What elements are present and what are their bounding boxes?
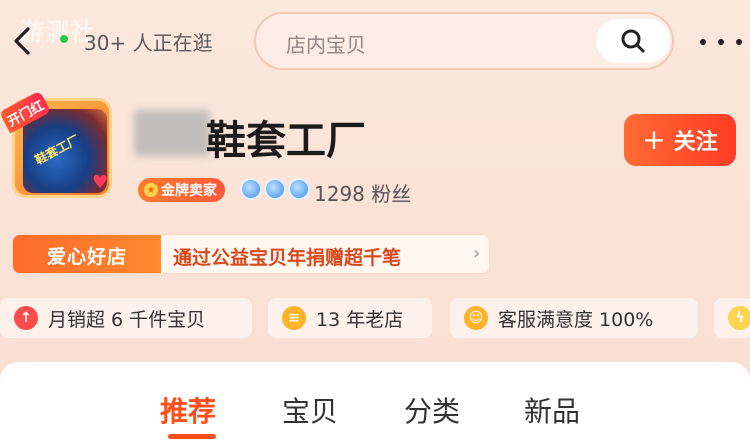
online-indicator — [60, 35, 68, 43]
fans-count: 1298 粉丝 — [314, 182, 412, 206]
tab-panel — [0, 362, 750, 447]
crown-icon — [264, 178, 286, 200]
stat-label: 客服满意度 100% — [498, 308, 654, 331]
shop-name: 鞋套工厂 — [206, 118, 366, 164]
chevron-right-icon: › — [473, 243, 481, 264]
more-menu-button[interactable] — [700, 28, 742, 56]
crown-icon — [288, 178, 310, 200]
stat-chip-years[interactable]: ≡ 13 年老店 — [268, 298, 432, 338]
search-icon — [621, 29, 645, 53]
stat-label: 月销超 6 千件宝贝 — [48, 308, 206, 331]
stat-chip-satisfaction[interactable]: ☺ 客服满意度 100% — [450, 298, 698, 338]
dot-icon — [736, 39, 742, 45]
tab-items[interactable]: 宝贝 — [282, 390, 338, 430]
tab-categories[interactable]: 分类 — [404, 390, 460, 430]
search-button[interactable] — [596, 19, 670, 63]
tab-new[interactable]: 新品 — [524, 390, 580, 430]
online-visitors-text: 30+ 人正在逛 — [84, 31, 213, 55]
charity-banner[interactable]: 爱心好店 通过公益宝贝年捐赠超千笔 › — [12, 234, 490, 274]
active-tab-indicator — [168, 434, 216, 439]
stat-chip-sales[interactable]: ↑ 月销超 6 千件宝贝 — [0, 298, 252, 338]
stat-label: 13 年老店 — [316, 308, 404, 331]
dot-icon — [700, 39, 706, 45]
crown-icon — [240, 178, 262, 200]
smile-icon: ☺ — [464, 306, 488, 330]
charity-text: 通过公益宝贝年捐赠超千笔 — [173, 247, 402, 269]
arrow-up-icon: ↑ — [14, 306, 38, 330]
search-placeholder: 店内宝贝 — [286, 33, 366, 57]
follow-button[interactable]: + 关注 — [624, 114, 736, 166]
dot-icon — [718, 39, 724, 45]
shop-level-crowns — [240, 178, 310, 200]
lightning-icon: ϟ — [728, 306, 750, 330]
charity-tag: 爱心好店 — [13, 235, 161, 273]
chevron-left-icon — [14, 27, 30, 55]
plus-icon: + — [642, 123, 666, 156]
tab-recommend[interactable]: 推荐 — [160, 390, 216, 430]
medal-icon: ★ — [144, 183, 158, 197]
heart-icon: ♥ — [92, 172, 109, 193]
back-button[interactable] — [8, 22, 36, 60]
gold-seller-badge: ★ 金牌卖家 — [138, 178, 225, 202]
gold-seller-label: 金牌卖家 — [161, 183, 217, 199]
stat-chip-more[interactable]: ϟ — [714, 298, 750, 338]
shop-name-blurred — [134, 110, 210, 156]
follow-label: 关注 — [673, 130, 718, 155]
shop-icon: ≡ — [282, 306, 306, 330]
